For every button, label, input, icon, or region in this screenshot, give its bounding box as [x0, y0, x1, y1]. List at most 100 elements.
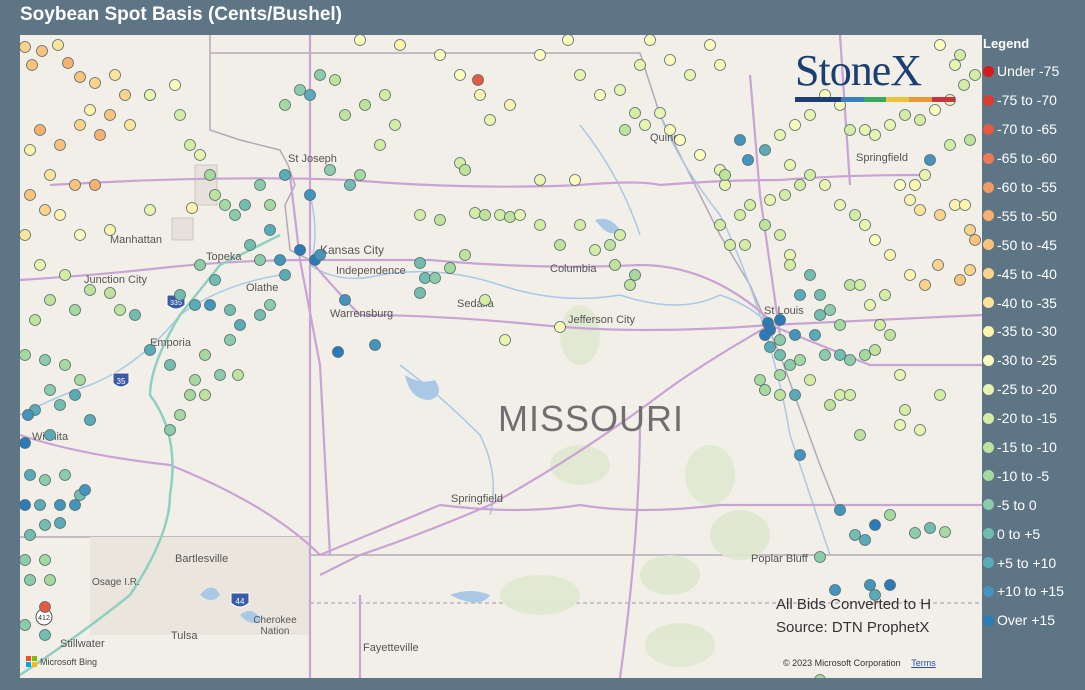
- bid-marker[interactable]: [264, 224, 276, 236]
- bid-marker[interactable]: [904, 269, 916, 281]
- bid-marker[interactable]: [414, 257, 426, 269]
- bid-marker[interactable]: [514, 209, 526, 221]
- bid-marker[interactable]: [189, 299, 201, 311]
- bid-marker[interactable]: [54, 139, 66, 151]
- bid-marker[interactable]: [534, 49, 546, 61]
- bid-marker[interactable]: [894, 419, 906, 431]
- bid-marker[interactable]: [254, 309, 266, 321]
- bid-marker[interactable]: [20, 554, 31, 566]
- bid-marker[interactable]: [764, 194, 776, 206]
- bid-marker[interactable]: [164, 359, 176, 371]
- bid-marker[interactable]: [784, 249, 796, 261]
- bid-marker[interactable]: [919, 279, 931, 291]
- bid-marker[interactable]: [54, 517, 66, 529]
- bid-marker[interactable]: [534, 174, 546, 186]
- bid-marker[interactable]: [814, 289, 826, 301]
- bid-marker[interactable]: [369, 339, 381, 351]
- bid-marker[interactable]: [244, 239, 256, 251]
- bid-marker[interactable]: [494, 209, 506, 221]
- bid-marker[interactable]: [884, 329, 896, 341]
- legend-item[interactable]: -35 to -30: [983, 317, 1083, 346]
- bid-marker[interactable]: [29, 314, 41, 326]
- bid-marker[interactable]: [44, 429, 56, 441]
- bid-marker[interactable]: [329, 74, 341, 86]
- bid-marker[interactable]: [194, 259, 206, 271]
- bid-marker[interactable]: [954, 274, 966, 286]
- bid-marker[interactable]: [254, 179, 266, 191]
- bid-marker[interactable]: [84, 104, 96, 116]
- bid-marker[interactable]: [958, 79, 970, 91]
- bid-marker[interactable]: [44, 574, 56, 586]
- legend-item[interactable]: -45 to -40: [983, 259, 1083, 288]
- bid-marker[interactable]: [129, 309, 141, 321]
- bid-marker[interactable]: [804, 109, 816, 121]
- bid-marker[interactable]: [634, 59, 646, 71]
- bid-marker[interactable]: [39, 474, 51, 486]
- bid-marker[interactable]: [794, 179, 806, 191]
- bid-marker[interactable]: [74, 71, 86, 83]
- bid-marker[interactable]: [274, 254, 286, 266]
- bid-marker[interactable]: [199, 349, 211, 361]
- bid-marker[interactable]: [124, 119, 136, 131]
- bid-marker[interactable]: [809, 329, 821, 341]
- bid-marker[interactable]: [684, 69, 696, 81]
- bid-marker[interactable]: [62, 57, 74, 69]
- bid-marker[interactable]: [279, 269, 291, 281]
- bid-marker[interactable]: [569, 174, 581, 186]
- bid-marker[interactable]: [969, 69, 981, 81]
- bid-marker[interactable]: [304, 189, 316, 201]
- bid-marker[interactable]: [479, 209, 491, 221]
- bid-marker[interactable]: [214, 369, 226, 381]
- bid-marker[interactable]: [54, 399, 66, 411]
- bid-marker[interactable]: [949, 199, 961, 211]
- bid-marker[interactable]: [39, 519, 51, 531]
- bid-marker[interactable]: [44, 294, 56, 306]
- legend-item[interactable]: -50 to -45: [983, 230, 1083, 259]
- bid-marker[interactable]: [719, 169, 731, 181]
- bid-marker[interactable]: [224, 304, 236, 316]
- legend-item[interactable]: -60 to -55: [983, 173, 1083, 202]
- bid-marker[interactable]: [184, 389, 196, 401]
- bid-marker[interactable]: [744, 199, 756, 211]
- bid-marker[interactable]: [894, 179, 906, 191]
- bid-marker[interactable]: [789, 389, 801, 401]
- bid-marker[interactable]: [434, 49, 446, 61]
- bid-marker[interactable]: [864, 299, 876, 311]
- bid-marker[interactable]: [474, 89, 486, 101]
- bid-marker[interactable]: [69, 304, 81, 316]
- bid-marker[interactable]: [69, 179, 81, 191]
- bid-marker[interactable]: [229, 209, 241, 221]
- bid-marker[interactable]: [764, 341, 776, 353]
- bid-marker[interactable]: [344, 179, 356, 191]
- bid-marker[interactable]: [944, 139, 956, 151]
- basis-map[interactable]: 35 335 44 412 MISSOURI St Joseph Kansas …: [20, 35, 982, 678]
- bid-marker[interactable]: [39, 354, 51, 366]
- bid-marker[interactable]: [619, 124, 631, 136]
- bid-marker[interactable]: [924, 154, 936, 166]
- legend-item[interactable]: -5 to 0: [983, 490, 1083, 519]
- bid-marker[interactable]: [504, 99, 516, 111]
- bid-marker[interactable]: [239, 199, 251, 211]
- bid-marker[interactable]: [186, 202, 198, 214]
- bid-marker[interactable]: [784, 359, 796, 371]
- bid-marker[interactable]: [69, 389, 81, 401]
- bid-marker[interactable]: [454, 69, 466, 81]
- bid-marker[interactable]: [819, 349, 831, 361]
- bid-marker[interactable]: [414, 209, 426, 221]
- bid-marker[interactable]: [629, 269, 641, 281]
- bid-marker[interactable]: [834, 199, 846, 211]
- bid-marker[interactable]: [554, 239, 566, 251]
- legend-item[interactable]: -55 to -50: [983, 201, 1083, 230]
- bid-marker[interactable]: [429, 272, 441, 284]
- bid-marker[interactable]: [869, 129, 881, 141]
- bid-marker[interactable]: [394, 39, 406, 51]
- bid-marker[interactable]: [119, 89, 131, 101]
- bid-marker[interactable]: [954, 49, 966, 61]
- bid-marker[interactable]: [754, 374, 766, 386]
- bid-marker[interactable]: [20, 229, 31, 241]
- bid-marker[interactable]: [59, 469, 71, 481]
- bid-marker[interactable]: [54, 209, 66, 221]
- bid-marker[interactable]: [834, 319, 846, 331]
- bid-marker[interactable]: [52, 39, 64, 51]
- bid-marker[interactable]: [759, 329, 771, 341]
